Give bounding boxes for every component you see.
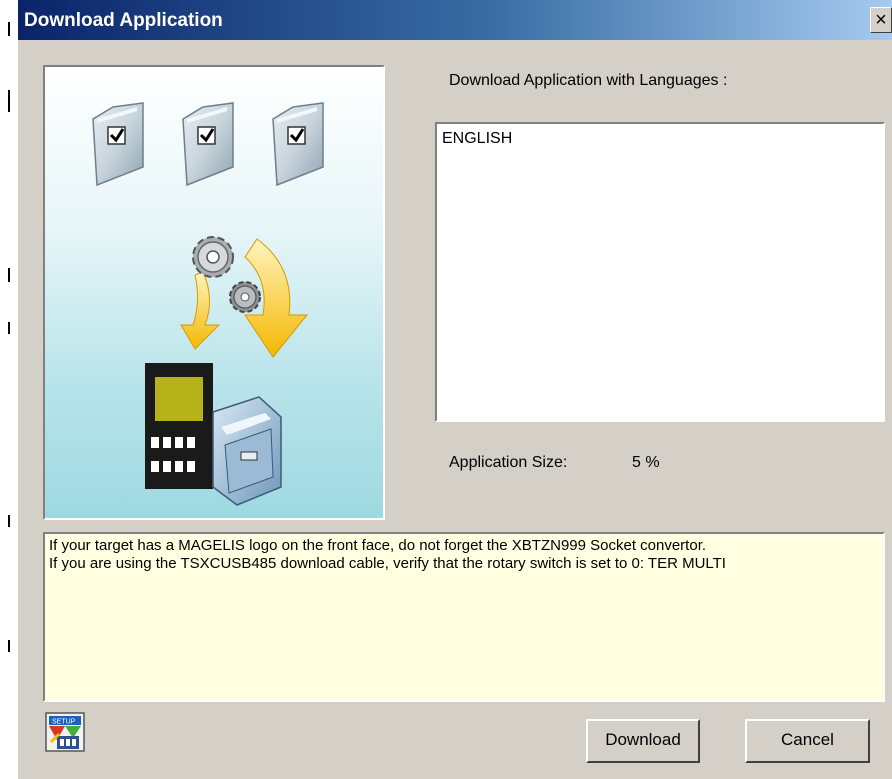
setup-icon-graphic: SETUP [45,712,85,752]
application-size-value: 5 % [632,454,660,471]
download-button[interactable]: Download [586,719,700,763]
message-line: If you are using the TSXCUSB485 download… [49,555,726,572]
download-application-illustration [43,65,385,520]
gear-icon [192,236,234,278]
edge-mark [8,515,10,527]
close-button[interactable]: × [870,7,892,33]
setup-icon[interactable]: SETUP [45,712,85,752]
edge-mark [8,90,10,112]
message-box: If your target has a MAGELIS logo on the… [43,532,885,702]
window-title: Download Application [24,10,223,31]
languages-label: Download Application with Languages : [449,72,728,89]
checked-folder-icon [182,102,234,187]
download-arrow-icon [180,271,221,350]
svg-text:SETUP: SETUP [52,719,76,726]
illustration-graphic [92,102,324,506]
magelis-terminal-icon [145,363,213,489]
edge-mark [8,22,10,36]
application-size-label: Application Size: [449,454,568,471]
gear-icon [229,281,261,313]
edge-mark [8,640,10,652]
edge-mark [8,322,10,334]
close-icon: × [875,9,887,31]
cancel-button[interactable]: Cancel [745,719,870,763]
checked-folder-icon [92,102,144,187]
file-drawer-icon [212,396,282,506]
languages-list[interactable]: ENGLISH [435,122,885,422]
checked-folder-icon [272,102,324,187]
download-application-dialog: Download Application with Languages : EN… [18,40,892,779]
message-line: If your target has a MAGELIS logo on the… [49,537,707,554]
background-window-edge [0,0,18,779]
edge-mark [8,268,10,282]
list-item[interactable]: ENGLISH [437,124,883,154]
title-bar[interactable]: Download Application × [18,0,892,40]
